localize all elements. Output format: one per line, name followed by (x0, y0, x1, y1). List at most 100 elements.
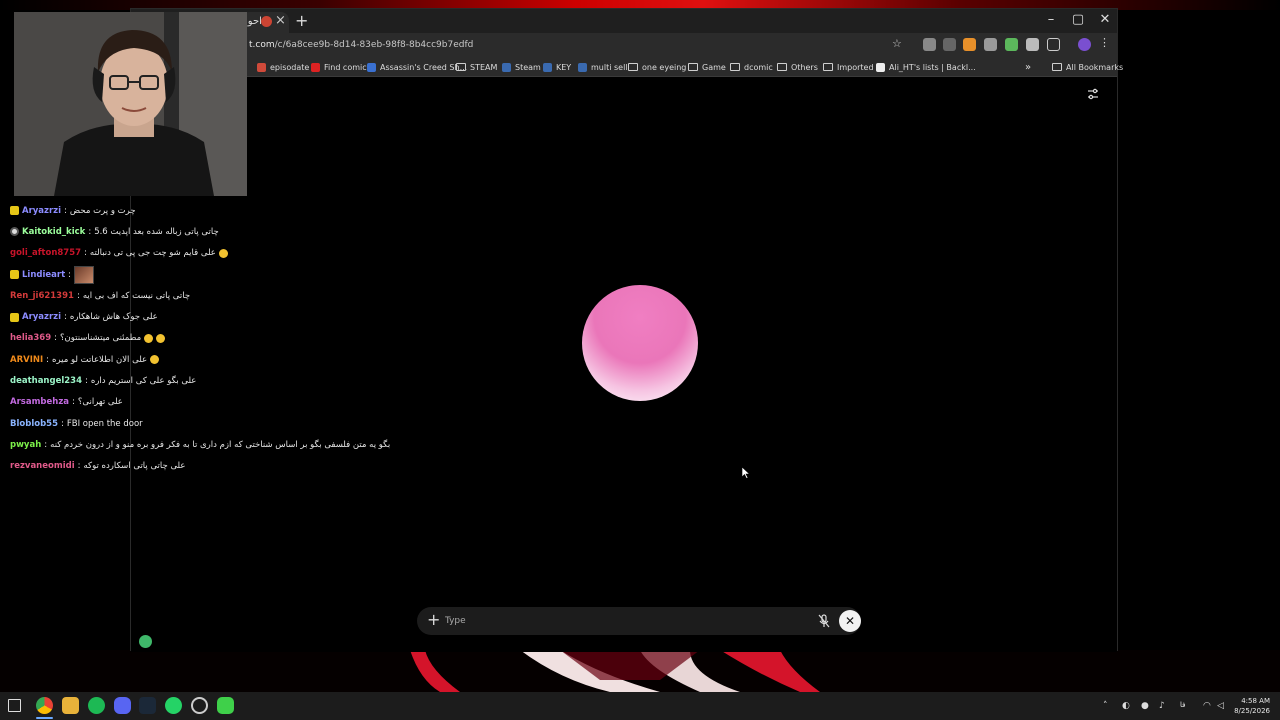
wifi-icon[interactable]: ◠ (1203, 701, 1211, 711)
clock-date[interactable]: 8/25/2026 (1226, 707, 1270, 715)
volume-icon[interactable]: ◁ (1217, 701, 1224, 711)
bookmark-label: Find comic (324, 62, 367, 72)
bookmark-item[interactable]: multi sell (578, 60, 628, 74)
chat-text: علی جوک هاش شاهکاره (69, 312, 158, 323)
sub-badge-icon (10, 270, 19, 280)
chat-text: چاتی پاتی نیست که اف بی ایه (82, 290, 191, 301)
bookmark-folder[interactable]: one eyeing (628, 60, 686, 74)
bookmark-star-icon[interactable]: ☆ (892, 37, 905, 50)
chat-text: علی الان اطلاعاتت لو میره (52, 354, 148, 365)
steam-icon[interactable] (139, 697, 156, 714)
minimize-button[interactable]: – (1041, 12, 1061, 27)
message-input[interactable] (445, 613, 805, 629)
url-host: t.com (249, 40, 275, 50)
site-icon (257, 62, 266, 72)
address-bar[interactable]: t.com/c/6a8cee9b-8d14-83eb-98f8-8b4cc9b7… (249, 37, 909, 54)
new-tab-button[interactable]: + (295, 11, 308, 30)
bookmark-item[interactable]: Find comic (311, 60, 367, 74)
bookmark-label: KEY (556, 62, 572, 72)
chrome-icon[interactable] (36, 697, 53, 714)
add-attachment-button[interactable]: + (427, 611, 440, 629)
profile-avatar[interactable] (1078, 38, 1091, 51)
tray-app-icon[interactable]: ◐ (1122, 701, 1130, 711)
chat-message: Ren_ji621391: چاتی پاتی نیست که اف بی ایه (10, 285, 390, 306)
bookmark-item[interactable]: episodate (257, 60, 309, 74)
chat-separator: : (76, 290, 80, 301)
all-bookmarks-folder[interactable]: All Bookmarks (1052, 60, 1123, 74)
chat-separator: : (84, 248, 87, 259)
chat-text: علی چاتی پاتی اسکارده توکه (83, 461, 186, 472)
bookmark-item[interactable]: KEY (543, 60, 571, 74)
chat-username: rezvaneomidi (10, 461, 75, 472)
extension-icon[interactable] (923, 38, 936, 51)
badge-icon (10, 227, 19, 237)
chat-username: Aryazrzi (22, 205, 62, 216)
bookmark-folder[interactable]: Game (688, 60, 726, 74)
folder-icon (730, 63, 740, 71)
bookmark-folder[interactable]: STEAM (456, 60, 497, 74)
site-icon (367, 62, 376, 72)
end-voice-button[interactable]: ✕ (839, 610, 861, 632)
bookmark-label: Imported (837, 62, 874, 72)
whatsapp-icon[interactable] (165, 697, 182, 714)
mouse-cursor-icon (742, 467, 750, 479)
microphone-icon[interactable]: ♪ (1159, 701, 1165, 711)
extension-icon[interactable] (963, 38, 976, 51)
chat-username: pwyah (10, 439, 42, 450)
chat-message: pwyah: بگو یه متن فلسفی بگو بر اساس شناخت… (10, 434, 390, 455)
chat-message: goli_afton8757: علی قایم شو چت جی پی تی د… (10, 243, 390, 264)
chat-message: Aryazrzi: چرت و پرت محض (10, 200, 390, 221)
discord-icon[interactable] (114, 697, 131, 714)
chat-username: Bloblob55 (10, 418, 58, 429)
bookmark-folder[interactable]: Imported (823, 60, 874, 74)
folder-icon (628, 63, 638, 71)
more-bookmarks-button[interactable]: » (1025, 60, 1031, 74)
spotify-icon[interactable] (88, 697, 105, 714)
mic-off-icon[interactable] (817, 613, 831, 629)
bookmark-label: Steam (515, 62, 541, 72)
laughing-emoji-icon (218, 248, 228, 258)
bookmark-item[interactable]: Ali_HT's lists | Backl... (876, 60, 976, 74)
chat-text: علی قایم شو چت جی پی تی دنبالته (89, 248, 216, 259)
chat-separator: : (44, 439, 48, 450)
laughing-emoji-icon (150, 355, 160, 365)
browser-tab[interactable]: احوا × (241, 12, 289, 33)
app-icon[interactable] (191, 697, 208, 714)
chat-username: helia369 (10, 333, 52, 344)
bookmark-label: Others (791, 62, 818, 72)
clock-time[interactable]: 4:58 AM (1226, 697, 1270, 705)
tab-title: احوا (245, 16, 262, 27)
sliders-icon[interactable] (1087, 88, 1099, 100)
steam-icon (543, 62, 552, 72)
extensions-puzzle-icon[interactable] (1047, 38, 1060, 51)
bookmark-item[interactable]: Steam (502, 60, 541, 74)
chat-username: Arsambehza (10, 397, 70, 408)
chat-username: Aryazrzi (22, 312, 62, 323)
bookmark-folder[interactable]: dcomic (730, 60, 773, 74)
bookmark-label: dcomic (744, 62, 773, 72)
file-explorer-icon[interactable] (62, 697, 79, 714)
extension-icon[interactable] (943, 38, 956, 51)
tray-app-icon[interactable]: ● (1141, 701, 1149, 711)
sub-badge-icon (10, 206, 19, 216)
extension-icon[interactable] (1005, 38, 1018, 51)
close-window-button[interactable]: ✕ (1095, 12, 1115, 27)
extension-icon[interactable] (984, 38, 997, 51)
chat-separator: : (54, 333, 57, 344)
chat-separator: : (64, 312, 67, 323)
start-icon[interactable] (8, 699, 21, 712)
app-icon[interactable] (217, 697, 234, 714)
maximize-button[interactable]: ▢ (1068, 12, 1088, 27)
chat-message: Kaitokid_kick: چاتی پاتی زباله شده بعد اپ… (10, 221, 390, 242)
chevron-up-icon[interactable]: ˄ (1103, 701, 1108, 711)
bookmark-item[interactable]: Assassin's Creed Sh... (367, 60, 467, 74)
taskbar: ˄ ◐ ● ♪ فا ◠ ◁ 4:58 AM 8/25/2026 (0, 692, 1280, 720)
chat-username: Lindieart (22, 269, 66, 280)
chat-message: deathangel234: علی بگو علی کی استریم داره (10, 370, 390, 391)
site-icon (876, 62, 885, 72)
menu-icon[interactable]: ⋮ (1099, 36, 1112, 49)
tab-close-icon[interactable]: × (275, 13, 286, 28)
bookmark-folder[interactable]: Others (777, 60, 818, 74)
language-indicator[interactable]: فا (1180, 701, 1194, 709)
shield-icon[interactable] (1026, 38, 1039, 51)
